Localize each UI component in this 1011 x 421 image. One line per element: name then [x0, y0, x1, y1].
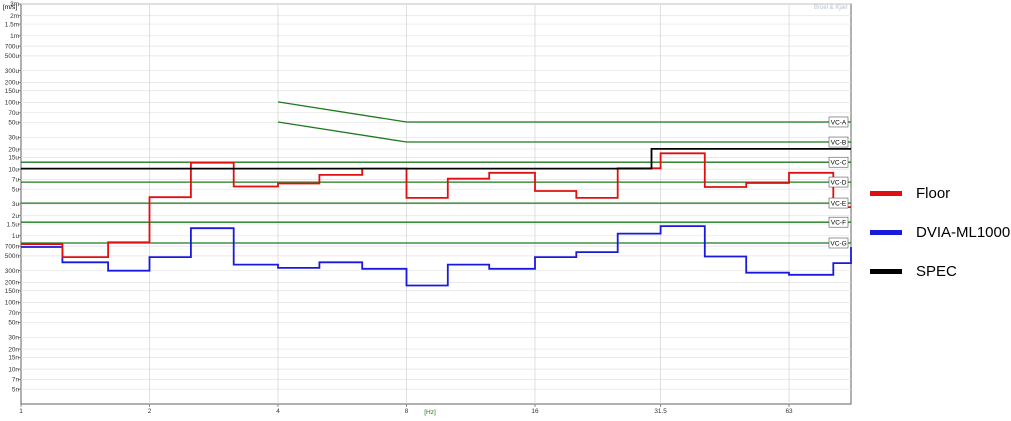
y-tick-label-20u: 20u: [8, 146, 19, 153]
y-tick-label-700u: 700u: [5, 43, 20, 50]
legend-item-dvia-ml1000[interactable]: DVIA-ML1000: [870, 213, 1011, 252]
y-tick-label-2u: 2u: [12, 213, 20, 220]
x-tick-label-2: 2: [148, 408, 152, 415]
y-tick-label-50n: 50n: [8, 320, 19, 327]
y-tick-label-1.5m: 1.5m: [5, 21, 19, 28]
x-tick-label-4: 4: [276, 408, 280, 415]
y-tick-label-70n: 70n: [8, 310, 19, 317]
legend-label-floor: Floor: [916, 185, 951, 202]
criterion-label-vc-c: VC-C: [831, 160, 847, 167]
y-tick-label-15n: 15n: [8, 355, 19, 362]
criterion-label-vc-e: VC-E: [831, 200, 847, 207]
y-tick-label-7u: 7u: [12, 177, 20, 184]
x-axis-unit-label: [Hz]: [424, 409, 436, 416]
y-tick-label-30n: 30n: [8, 335, 19, 342]
y-tick-label-20n: 20n: [8, 346, 19, 353]
legend-item-floor[interactable]: Floor: [870, 174, 1011, 213]
y-axis-unit-label: [m/s]: [3, 4, 17, 11]
y-tick-label-300n: 300n: [5, 268, 20, 275]
y-tick-label-10u: 10u: [8, 166, 19, 173]
y-tick-label-5u: 5u: [12, 186, 20, 193]
legend-label-spec: SPEC: [916, 263, 957, 280]
legend-swatch-spec: [870, 269, 902, 274]
criterion-label-vc-b: VC-B: [831, 139, 847, 146]
y-tick-label-2m: 2m: [10, 13, 19, 20]
x-tick-label-1: 1: [19, 408, 23, 415]
legend-label-dvia-ml1000: DVIA-ML1000: [916, 224, 1011, 241]
criterion-label-vc-g: VC-G: [830, 240, 846, 247]
y-tick-label-10n: 10n: [8, 366, 19, 373]
y-tick-label-3u: 3u: [12, 201, 20, 208]
x-tick-label-63: 63: [785, 408, 793, 415]
y-tick-label-100u: 100u: [5, 100, 20, 107]
y-tick-label-30u: 30u: [8, 135, 19, 142]
legend-swatch-floor: [870, 191, 902, 196]
y-tick-label-70u: 70u: [8, 110, 19, 117]
y-tick-label-200n: 200n: [5, 280, 20, 287]
brand-watermark: Brüel & Kjær: [814, 5, 848, 11]
y-tick-label-50u: 50u: [8, 120, 19, 127]
y-tick-label-500u: 500u: [5, 53, 20, 60]
x-tick-label-31-5: 31.5: [654, 408, 667, 415]
x-tick-label-16: 16: [531, 408, 539, 415]
y-tick-label-700n: 700n: [5, 243, 20, 250]
y-tick-label-1u: 1u: [12, 233, 20, 240]
legend-swatch-dvia-ml1000: [870, 230, 902, 235]
legend: Floor DVIA-ML1000 SPEC: [870, 174, 1011, 291]
y-tick-label-1m: 1m: [10, 33, 19, 40]
y-tick-label-1.5u: 1.5u: [7, 221, 20, 228]
vibration-chart: 3m2m1.5m1m700u500u300u200u150u100u70u50u…: [3, 1, 852, 416]
y-tick-label-7n: 7n: [12, 377, 20, 384]
x-tick-label-8: 8: [405, 408, 409, 415]
legend-item-spec[interactable]: SPEC: [870, 252, 1011, 291]
y-tick-label-300u: 300u: [5, 68, 20, 75]
y-tick-label-200u: 200u: [5, 80, 20, 87]
y-tick-label-150u: 150u: [5, 88, 20, 95]
y-tick-label-5n: 5n: [12, 386, 20, 393]
y-tick-label-500n: 500n: [5, 253, 20, 260]
y-tick-label-150n: 150n: [5, 288, 20, 295]
criterion-label-vc-d: VC-D: [831, 179, 847, 186]
criterion-label-vc-f: VC-F: [831, 220, 846, 227]
criterion-label-vc-a: VC-A: [831, 119, 847, 126]
y-tick-label-100n: 100n: [5, 300, 20, 307]
y-tick-label-15u: 15u: [8, 155, 19, 162]
